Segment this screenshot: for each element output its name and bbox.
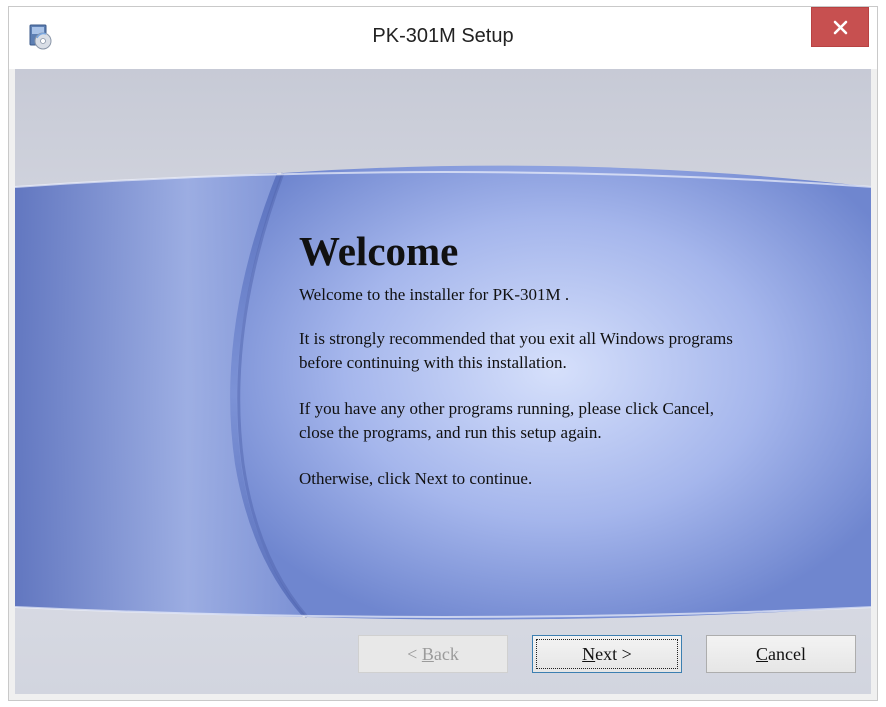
cancel-button-label-rest: ancel [768, 644, 806, 664]
cancel-instruction-line-2: close the programs, and run this setup a… [299, 423, 602, 442]
cancel-button[interactable]: Cancel [706, 635, 856, 673]
welcome-content: Welcome Welcome to the installer for PK-… [299, 229, 839, 491]
back-button-prefix: < [407, 644, 422, 664]
close-icon [833, 20, 848, 35]
back-button-mnemonic: B [421, 644, 434, 664]
back-button[interactable]: < Back [358, 635, 508, 673]
wizard-client-area: Welcome Welcome to the installer for PK-… [15, 69, 871, 694]
continue-instruction-text: Otherwise, click Next to continue. [299, 469, 533, 488]
focus-ring [536, 639, 678, 669]
cancel-button-mnemonic: C [756, 644, 769, 664]
close-button[interactable] [811, 7, 869, 47]
welcome-heading: Welcome [299, 228, 459, 274]
title-bar[interactable]: PK-301M Setup [9, 7, 877, 69]
welcome-intro-text: Welcome to the installer for PK-301M . [299, 285, 570, 304]
back-button-label-rest: ack [433, 644, 459, 664]
recommendation-line-2: before continuing with this installation… [299, 353, 567, 372]
recommendation-line-1: It is strongly recommended that you exit… [299, 329, 733, 348]
setup-window: PK-301M Setup Welcome Welcome to the ins… [8, 6, 878, 701]
next-button[interactable]: Next > [532, 635, 682, 673]
window-title: PK-301M Setup [372, 25, 514, 47]
cancel-instruction-line-1: If you have any other programs running, … [299, 399, 714, 418]
